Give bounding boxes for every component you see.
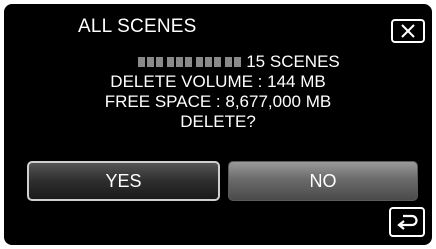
delete-question: DELETE? — [180, 112, 256, 131]
close-button[interactable] — [391, 19, 425, 43]
close-icon — [401, 24, 415, 38]
no-button[interactable]: NO — [228, 161, 418, 201]
delete-volume: DELETE VOLUME : 144 MB — [110, 72, 326, 91]
delete-dialog-screen: ALL SCENES 15 SCENES DELETE VOLUME : 144… — [4, 4, 432, 245]
no-button-label: NO — [309, 170, 337, 191]
free-space: FREE SPACE : 8,677,000 MB — [104, 92, 332, 111]
progress-dots-icon — [138, 57, 242, 67]
return-arrow-icon — [397, 214, 418, 230]
yes-button[interactable]: YES — [27, 161, 220, 201]
scene-count-line: 15 SCENES — [46, 52, 432, 72]
yes-button-label: YES — [105, 170, 142, 191]
dialog-title: ALL SCENES — [78, 16, 197, 37]
scene-count: 15 SCENES — [246, 52, 340, 71]
dialog-info: 15 SCENES DELETE VOLUME : 144 MB FREE SP… — [4, 52, 432, 132]
back-button[interactable] — [389, 207, 425, 237]
